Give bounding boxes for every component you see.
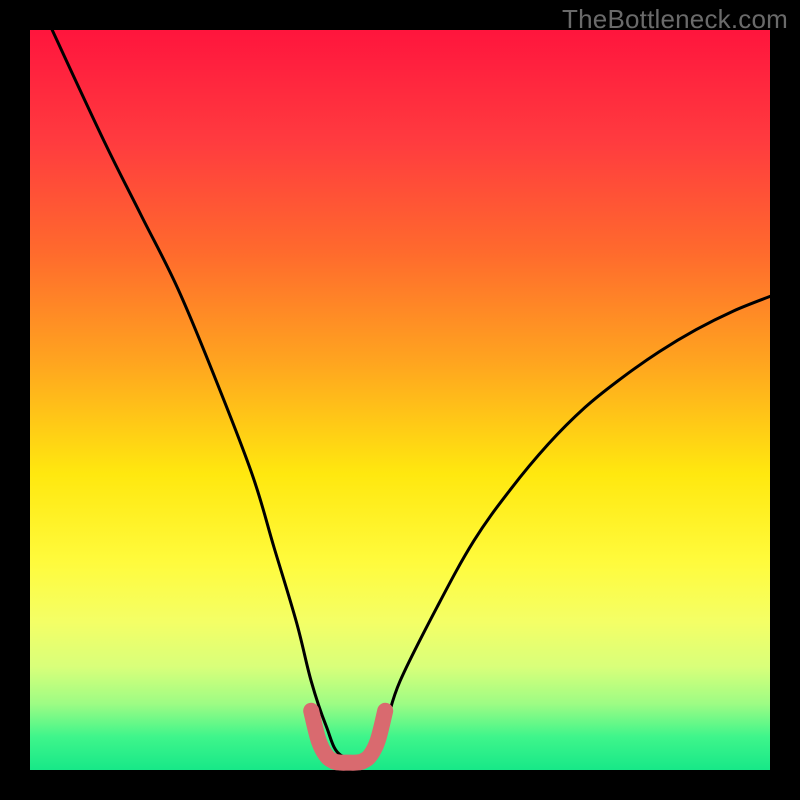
bottleneck-chart xyxy=(0,0,800,800)
chart-frame: TheBottleneck.com xyxy=(0,0,800,800)
plot-background xyxy=(30,30,770,770)
watermark-text: TheBottleneck.com xyxy=(562,4,788,35)
